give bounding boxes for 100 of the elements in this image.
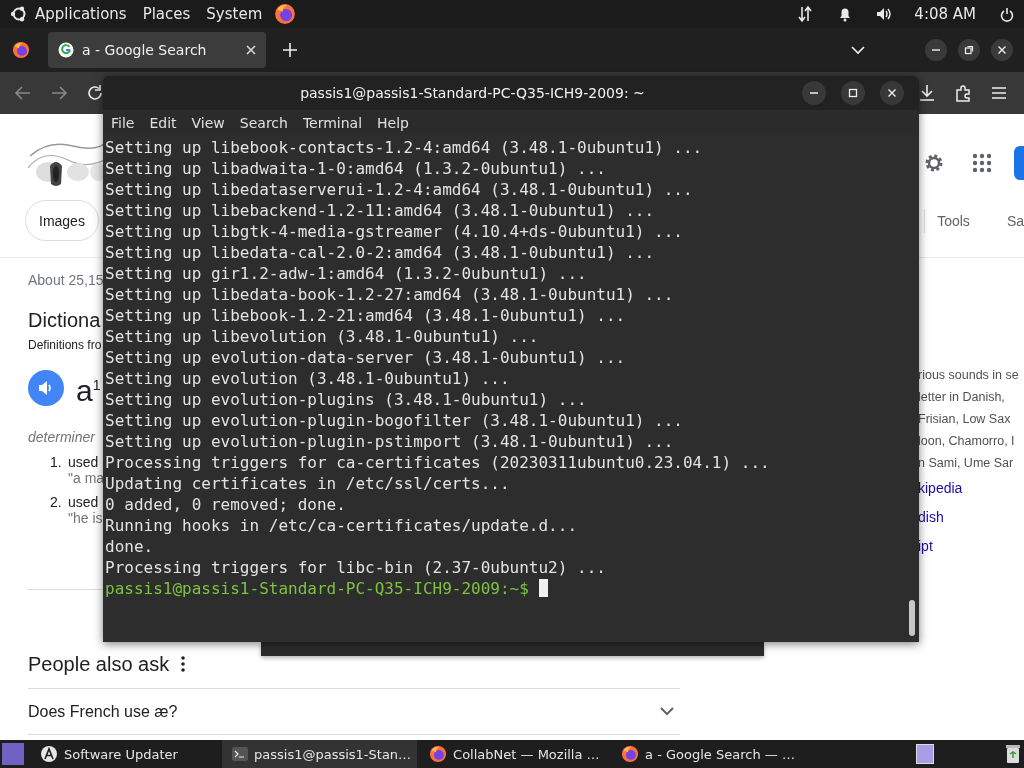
updater-icon xyxy=(40,745,58,763)
toolbar-link[interactable]: Tools xyxy=(937,212,970,229)
back-arrow-icon[interactable] xyxy=(14,84,32,102)
terminal-line: Setting up libedata-book-1.2-27:amd64 (3.48.1-0ubuntu1) ... xyxy=(105,285,674,304)
text-line: n Sami, Ume Sar xyxy=(918,455,1015,472)
browser-tab[interactable]: a - Google Search xyxy=(48,32,266,68)
section-heading: Dictiona xyxy=(28,308,101,333)
terminal-line: Setting up libadwaita-1-0:amd64 (1.3.2-0ubuntu1) ... xyxy=(105,159,606,178)
maximize-button[interactable] xyxy=(841,81,865,105)
terminal-line: Setting up evolution (3.48.1-0ubuntu1) ... xyxy=(105,369,510,388)
result-stats: About 25,15 xyxy=(28,271,104,290)
download-icon[interactable] xyxy=(918,84,936,102)
maximize-icon xyxy=(848,88,858,98)
menu-item[interactable]: Places xyxy=(142,5,191,23)
terminal-line: Setting up libevolution (3.48.1-0ubuntu1) ... xyxy=(105,327,539,346)
definition-text: used xyxy=(68,494,100,510)
terminal-line: done. xyxy=(105,537,154,556)
terminal-line: Setting up evolution-plugins (3.48.1-0ubuntu1) ... xyxy=(105,390,587,409)
menu-item[interactable]: Applications xyxy=(35,5,127,23)
list-number: 2. xyxy=(50,494,63,512)
puzzle-icon[interactable] xyxy=(954,84,972,102)
terminal-line: Processing triggers for libc-bin (2.37-0ubuntu2) ... xyxy=(105,558,606,577)
more-options-icon[interactable] xyxy=(181,656,186,672)
close-icon[interactable] xyxy=(246,45,256,55)
minimize-button[interactable] xyxy=(802,81,826,105)
menu-item[interactable]: Help xyxy=(377,114,409,131)
source-text: Definitions fro xyxy=(28,337,102,353)
terminal-line: Setting up evolution-data-server (3.48.1-0ubuntu1) ... xyxy=(105,348,626,367)
text-cursor xyxy=(538,579,548,597)
menu-item[interactable]: File xyxy=(111,114,135,131)
menu-item[interactable]: Terminal xyxy=(302,114,363,131)
transfer-icon[interactable] xyxy=(798,5,813,23)
terminal-line: Updating certificates in /etc/ssl/certs... xyxy=(105,474,510,493)
example-text: "he is xyxy=(68,510,103,526)
workspace-switcher[interactable] xyxy=(916,744,934,764)
terminal-line: Setting up evolution-plugin-bogofilter (3.48.1-0ubuntu1) ... xyxy=(105,411,683,430)
close-icon xyxy=(997,45,1007,55)
chevron-down-icon xyxy=(660,707,674,716)
menu-item[interactable]: System xyxy=(206,5,263,23)
close-button[interactable] xyxy=(880,81,904,105)
shell-prompt: passis1@passis1-Standard-PC-Q35-ICH9-2009:~$ xyxy=(105,579,529,598)
firefox-icon[interactable] xyxy=(621,745,640,763)
volume-icon[interactable] xyxy=(876,6,893,22)
example-text: "a ma xyxy=(68,470,105,486)
headword: a$^{1}$ xyxy=(76,373,101,409)
firefox-icon[interactable] xyxy=(274,3,297,25)
firefox-icon[interactable] xyxy=(12,41,30,59)
text-line: loon, Chamorro, I xyxy=(918,433,1016,450)
toolbar-link[interactable]: Sa xyxy=(1006,212,1024,229)
question-row[interactable]: Does French use æ? xyxy=(28,689,680,735)
taskbar-item[interactable]: Software Updater xyxy=(30,740,220,768)
window-title: passis1@passis1-Standard-PC-Q35-ICH9-2009: ~ xyxy=(299,85,646,101)
scrollbar-thumb[interactable] xyxy=(909,600,915,636)
terminal-line: 0 added, 0 removed; done. xyxy=(105,495,346,514)
text-line: Frisian, Low Sax xyxy=(918,411,1012,428)
menu-icon[interactable] xyxy=(990,84,1008,102)
chevron-down-icon[interactable] xyxy=(851,45,865,55)
ubuntu-logo-icon[interactable] xyxy=(10,5,28,23)
account-button[interactable] xyxy=(1014,146,1024,180)
google-icon xyxy=(58,42,74,58)
apps-grid-icon[interactable] xyxy=(972,153,992,173)
clock[interactable]: 4:08 AM xyxy=(914,5,976,23)
terminal-line: Running hooks in /etc/ca-certificates/update.d... xyxy=(105,516,577,535)
filter-chip[interactable]: Images xyxy=(25,200,99,241)
terminal-line: Processing triggers for ca-certificates (20230311ubuntu0.23.04.1) ... xyxy=(105,453,770,472)
restore-icon xyxy=(964,45,974,55)
restore-button[interactable] xyxy=(958,39,980,61)
terminal-line: Setting up libebackend-1.2-11:amd64 (3.48.1-0ubuntu1) ... xyxy=(105,201,655,220)
trash-icon[interactable] xyxy=(1006,744,1020,764)
firefox-icon[interactable] xyxy=(429,745,448,763)
bell-icon[interactable] xyxy=(838,6,853,22)
taskbar-item[interactable]: passis1@passis1-Stan… xyxy=(222,740,418,768)
text-line: letter in Danish, xyxy=(918,389,1006,406)
taskbar-item[interactable]: CollabNet — Mozilla … xyxy=(419,740,610,768)
link-text[interactable]: dish xyxy=(918,503,1024,532)
reload-icon[interactable] xyxy=(86,84,104,102)
terminal-line: Setting up libebook-contacts-1.2-4:amd64 (3.48.1-0ubuntu1) ... xyxy=(105,138,703,157)
close-icon xyxy=(887,88,897,98)
terminal-line: Setting up evolution-plugin-pstimport (3.48.1-0ubuntu1) ... xyxy=(105,432,674,451)
terminal-line: Setting up gir1.2-adw-1:amd64 (1.3.2-0ubuntu1) ... xyxy=(105,264,587,283)
definition-text: used xyxy=(68,454,100,470)
pronounce-button[interactable] xyxy=(28,370,64,406)
terminal-line: Setting up libebook-1.2-21:amd64 (3.48.1-0ubuntu1) ... xyxy=(105,306,626,325)
forward-arrow-icon[interactable] xyxy=(50,84,68,102)
link-text[interactable]: ipt xyxy=(918,532,1024,561)
text-line: rious sounds in se xyxy=(918,367,1020,384)
menu-item[interactable]: Edit xyxy=(149,114,177,131)
part-of-speech: determiner xyxy=(28,428,95,447)
minimize-button[interactable] xyxy=(925,39,947,61)
menu-item[interactable]: Search xyxy=(239,114,288,131)
menu-item[interactable]: View xyxy=(191,114,225,131)
close-button[interactable] xyxy=(991,39,1013,61)
link-text[interactable]: kipedia xyxy=(918,474,1024,503)
taskbar-item[interactable]: a - Google Search — … xyxy=(611,740,802,768)
terminal-line: Setting up libgtk-4-media-gstreamer (4.10.4+ds-0ubuntu1) ... xyxy=(105,222,683,241)
section-heading: People also ask xyxy=(28,652,170,677)
power-icon[interactable] xyxy=(1000,6,1014,22)
plus-icon[interactable] xyxy=(283,43,297,57)
terminal-line: Setting up libedataserverui-1.2-4:amd64 (3.48.1-0ubuntu1) ... xyxy=(105,180,693,199)
terminal-line: Setting up libedata-cal-2.0-2:amd64 (3.48.1-0ubuntu1) ... xyxy=(105,243,655,262)
